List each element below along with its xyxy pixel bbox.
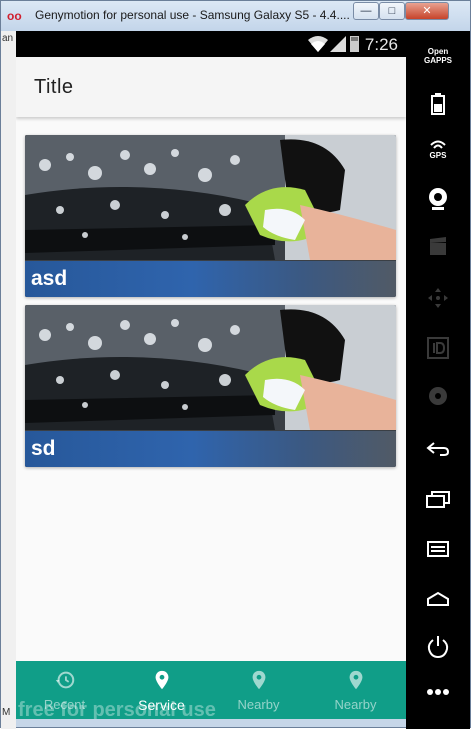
card-label-background xyxy=(25,261,396,297)
webcam-icon xyxy=(429,188,447,210)
gps-button[interactable]: GPS xyxy=(416,139,460,173)
back-icon xyxy=(426,442,450,456)
window-title: Genymotion for personal use - Samsung Ga… xyxy=(35,8,350,22)
service-card[interactable]: sd xyxy=(25,305,396,467)
webcam-button[interactable] xyxy=(416,187,460,221)
more-icon xyxy=(427,689,449,695)
service-card[interactable]: asd xyxy=(25,135,396,297)
open-gapps-button[interactable]: Open GAPPS xyxy=(416,47,460,81)
status-bar: 7:26 xyxy=(16,31,406,57)
window-titlebar[interactable]: oo Genymotion for personal use - Samsung… xyxy=(1,1,470,31)
screencast-icon xyxy=(430,237,446,255)
emulator-toolbar: Open GAPPS GPS xyxy=(406,31,470,729)
recent-apps-button[interactable] xyxy=(416,491,460,525)
location-pin-icon xyxy=(155,670,169,690)
maximize-button[interactable]: □ xyxy=(379,2,405,20)
disk-button[interactable] xyxy=(416,385,460,419)
app-bar: Title xyxy=(16,57,406,117)
page-title: Title xyxy=(34,76,74,98)
tab-nearby-2[interactable]: Nearby xyxy=(307,661,404,719)
gapps-label-1: Open xyxy=(427,47,449,56)
android-screen: 7:26 Title asd sd Recent Service Nearby … xyxy=(16,31,406,719)
screencast-button[interactable] xyxy=(416,237,460,271)
power-button[interactable] xyxy=(416,635,460,669)
watermark-text: free for personal use xyxy=(18,699,216,719)
battery-icon xyxy=(431,93,445,115)
history-icon xyxy=(55,671,75,689)
minimize-button[interactable]: — xyxy=(353,2,379,20)
home-icon xyxy=(427,591,449,606)
status-time: 7:26 xyxy=(364,35,398,54)
battery-status-icon xyxy=(350,36,359,52)
wifi-icon xyxy=(308,36,328,52)
recent-apps-icon xyxy=(426,491,450,508)
close-button[interactable]: ✕ xyxy=(405,2,449,20)
tab-nearby[interactable]: Nearby xyxy=(210,661,307,719)
gps-label: GPS xyxy=(429,151,447,160)
gps-icon xyxy=(430,140,446,149)
dpad-icon xyxy=(428,288,448,308)
device-id-button[interactable] xyxy=(416,337,460,371)
host-strip-text-top: an xyxy=(2,33,14,44)
location-pin-icon xyxy=(349,670,363,690)
card-title: asd xyxy=(31,267,68,290)
tab-label: Nearby xyxy=(334,697,377,712)
disk-icon xyxy=(429,387,447,405)
power-icon xyxy=(427,636,449,659)
back-button[interactable] xyxy=(416,441,460,475)
location-pin-icon xyxy=(252,670,266,690)
signal-icon xyxy=(330,36,346,52)
card-label-background xyxy=(25,431,396,467)
menu-icon xyxy=(427,541,449,557)
menu-button[interactable] xyxy=(416,541,460,575)
emulator-window: oo Genymotion for personal use - Samsung… xyxy=(0,0,471,729)
home-button[interactable] xyxy=(416,591,460,625)
dpad-button[interactable] xyxy=(416,287,460,321)
genymotion-logo-icon: oo xyxy=(7,9,22,23)
more-button[interactable] xyxy=(416,687,460,721)
host-desktop-strip: an M xyxy=(1,31,16,729)
card-title: sd xyxy=(31,437,56,460)
tab-label: Nearby xyxy=(237,697,280,712)
battery-button[interactable] xyxy=(416,93,460,127)
id-icon xyxy=(427,337,449,359)
gapps-label-2: GAPPS xyxy=(423,56,452,65)
host-strip-text-bottom: M xyxy=(2,707,11,718)
